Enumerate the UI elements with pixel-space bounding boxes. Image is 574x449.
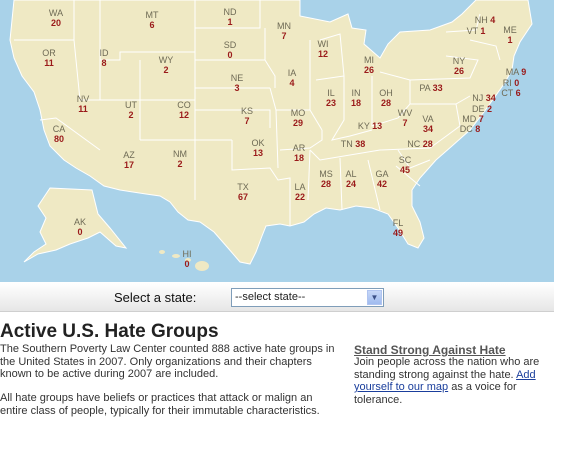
page-title: Active U.S. Hate Groups <box>0 321 219 342</box>
state-sd[interactable]: SD 0 <box>224 40 237 60</box>
state-sc[interactable]: SC 45 <box>399 155 412 175</box>
state-ut[interactable]: UT 2 <box>125 100 137 120</box>
state-tx[interactable]: TX 67 <box>237 182 249 202</box>
state-nj[interactable]: NJ 34 <box>472 93 496 103</box>
state-ri[interactable]: RI 0 <box>503 78 520 88</box>
state-dropdown-value: --select state-- <box>235 291 306 303</box>
state-ia[interactable]: IA 4 <box>288 68 297 88</box>
state-dc[interactable]: DC 8 <box>460 124 481 134</box>
state-ar[interactable]: AR 18 <box>293 143 306 163</box>
state-ks[interactable]: KS 7 <box>241 106 253 126</box>
state-ky[interactable]: KY 13 <box>358 121 382 131</box>
state-al[interactable]: AL 24 <box>345 169 356 189</box>
state-oh[interactable]: OH 28 <box>379 88 393 108</box>
hate-groups-map: WA 20 MT 6 ND 1 MN 7 NH 4 VT 1 ME 1 OR 11 ID 8 … <box>0 0 554 282</box>
state-co[interactable]: CO 12 <box>177 100 191 120</box>
state-nc[interactable]: NC 28 <box>407 139 433 149</box>
state-ak[interactable]: AK 0 <box>74 217 86 237</box>
state-wa[interactable]: WA 20 <box>49 8 63 28</box>
state-mn[interactable]: MN 7 <box>277 21 291 41</box>
state-pa[interactable]: PA 33 <box>419 83 442 93</box>
state-ok[interactable]: OK 13 <box>251 138 264 158</box>
state-ga[interactable]: GA 42 <box>375 169 388 189</box>
definition-paragraph: All hate groups have beliefs or practice… <box>0 392 320 417</box>
state-wi[interactable]: WI 12 <box>318 39 329 59</box>
state-ne[interactable]: NE 3 <box>231 73 244 93</box>
state-nh[interactable]: NH 4 <box>475 15 496 25</box>
state-wv[interactable]: WV 7 <box>398 108 413 128</box>
state-ny[interactable]: NY 26 <box>453 56 466 76</box>
state-md[interactable]: MD 7 <box>462 114 484 124</box>
state-nv[interactable]: NV 11 <box>77 94 90 114</box>
state-az[interactable]: AZ 17 <box>123 150 135 170</box>
stand-strong-text-before: Join people across the nation who are st… <box>354 356 540 381</box>
state-nm[interactable]: NM 2 <box>173 149 187 169</box>
state-ms[interactable]: MS 28 <box>319 169 333 189</box>
state-il[interactable]: IL 23 <box>326 88 336 108</box>
state-me[interactable]: ME 1 <box>503 25 517 45</box>
state-de[interactable]: DE 2 <box>472 104 492 114</box>
state-mi[interactable]: MI 26 <box>364 55 374 75</box>
state-hi[interactable]: HI 0 <box>183 249 192 269</box>
state-wy[interactable]: WY 2 <box>159 55 174 75</box>
state-ct[interactable]: CT 6 <box>501 88 520 98</box>
state-tn[interactable]: TN 38 <box>341 139 366 149</box>
stand-strong-text: Join people across the nation who are st… <box>354 356 554 406</box>
state-mt[interactable]: MT 6 <box>146 10 159 30</box>
state-selector-bar: Select a state: --select state-- ▼ <box>0 283 554 312</box>
state-la[interactable]: LA 22 <box>294 182 305 202</box>
state-in[interactable]: IN 18 <box>351 88 361 108</box>
state-va[interactable]: VA 34 <box>422 114 433 134</box>
state-fl[interactable]: FL 49 <box>393 218 404 238</box>
state-mo[interactable]: MO 29 <box>291 108 306 128</box>
stand-strong-heading[interactable]: Stand Strong Against Hate <box>354 343 506 357</box>
state-id[interactable]: ID 8 <box>100 48 109 68</box>
chevron-down-icon[interactable]: ▼ <box>367 290 382 305</box>
state-ca[interactable]: CA 80 <box>53 124 66 144</box>
state-vt[interactable]: VT 1 <box>467 26 486 36</box>
us-map-shapes <box>9 0 533 271</box>
state-ma[interactable]: MA 9 <box>506 67 527 77</box>
state-dropdown[interactable]: --select state-- ▼ <box>231 288 384 307</box>
state-nd[interactable]: ND 1 <box>224 7 237 27</box>
intro-paragraph: The Southern Poverty Law Center counted … <box>0 343 335 380</box>
state-or[interactable]: OR 11 <box>42 48 56 68</box>
select-state-label: Select a state: <box>114 290 197 305</box>
